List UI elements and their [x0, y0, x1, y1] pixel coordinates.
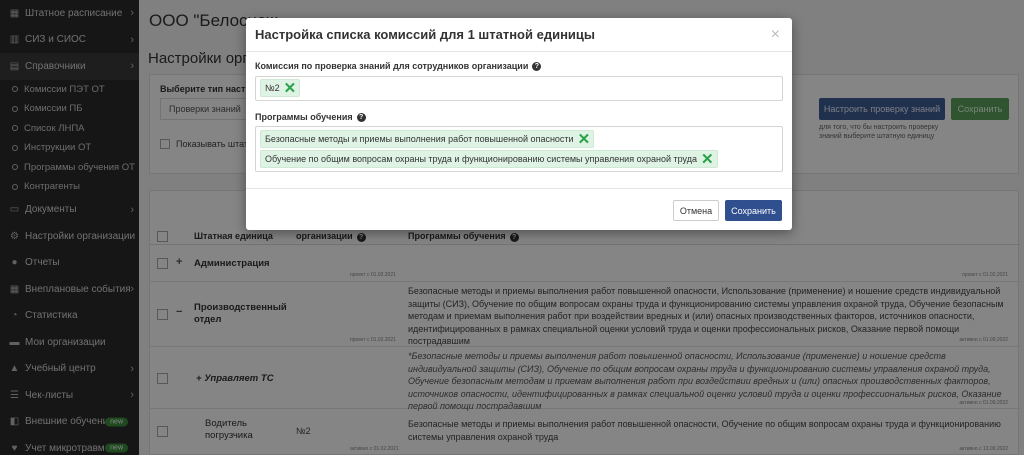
commission-field-label: Комиссия по проверка знаний для сотрудни…	[255, 61, 542, 71]
close-icon[interactable]: ×	[771, 26, 780, 44]
commission-tag: №2 ✕	[260, 79, 301, 97]
save-button[interactable]: Сохранить	[725, 200, 782, 221]
cancel-button[interactable]: Отмена	[673, 200, 719, 221]
programs-field-label: Программы обучения ?	[255, 112, 366, 122]
modal-header: Настройка списка комиссий для 1 штатной …	[246, 18, 792, 52]
remove-tag-icon[interactable]: ✕	[701, 152, 714, 167]
modal-footer: Отмена Сохранить	[246, 188, 792, 230]
modal-title: Настройка списка комиссий для 1 штатной …	[255, 27, 596, 42]
tag-label: №2	[265, 83, 280, 93]
help-icon[interactable]: ?	[356, 112, 366, 122]
tag-label: Безопасные методы и приемы выполнения ра…	[265, 134, 574, 144]
commission-select[interactable]: №2 ✕	[255, 76, 783, 101]
programs-label-text: Программы обучения	[255, 112, 353, 122]
programs-select[interactable]: Безопасные методы и приемы выполнения ра…	[255, 126, 783, 172]
help-icon[interactable]: ?	[532, 61, 542, 71]
remove-tag-icon[interactable]: ✕	[578, 132, 591, 147]
program-tag: Безопасные методы и приемы выполнения ра…	[260, 130, 595, 148]
remove-tag-icon[interactable]: ✕	[284, 81, 297, 96]
commission-label-text: Комиссия по проверка знаний для сотрудни…	[255, 61, 529, 71]
program-tag: Обучение по общим вопросам охраны труда …	[260, 150, 718, 168]
tag-label: Обучение по общим вопросам охраны труда …	[265, 154, 697, 164]
commission-settings-modal: Настройка списка комиссий для 1 штатной …	[246, 18, 792, 230]
